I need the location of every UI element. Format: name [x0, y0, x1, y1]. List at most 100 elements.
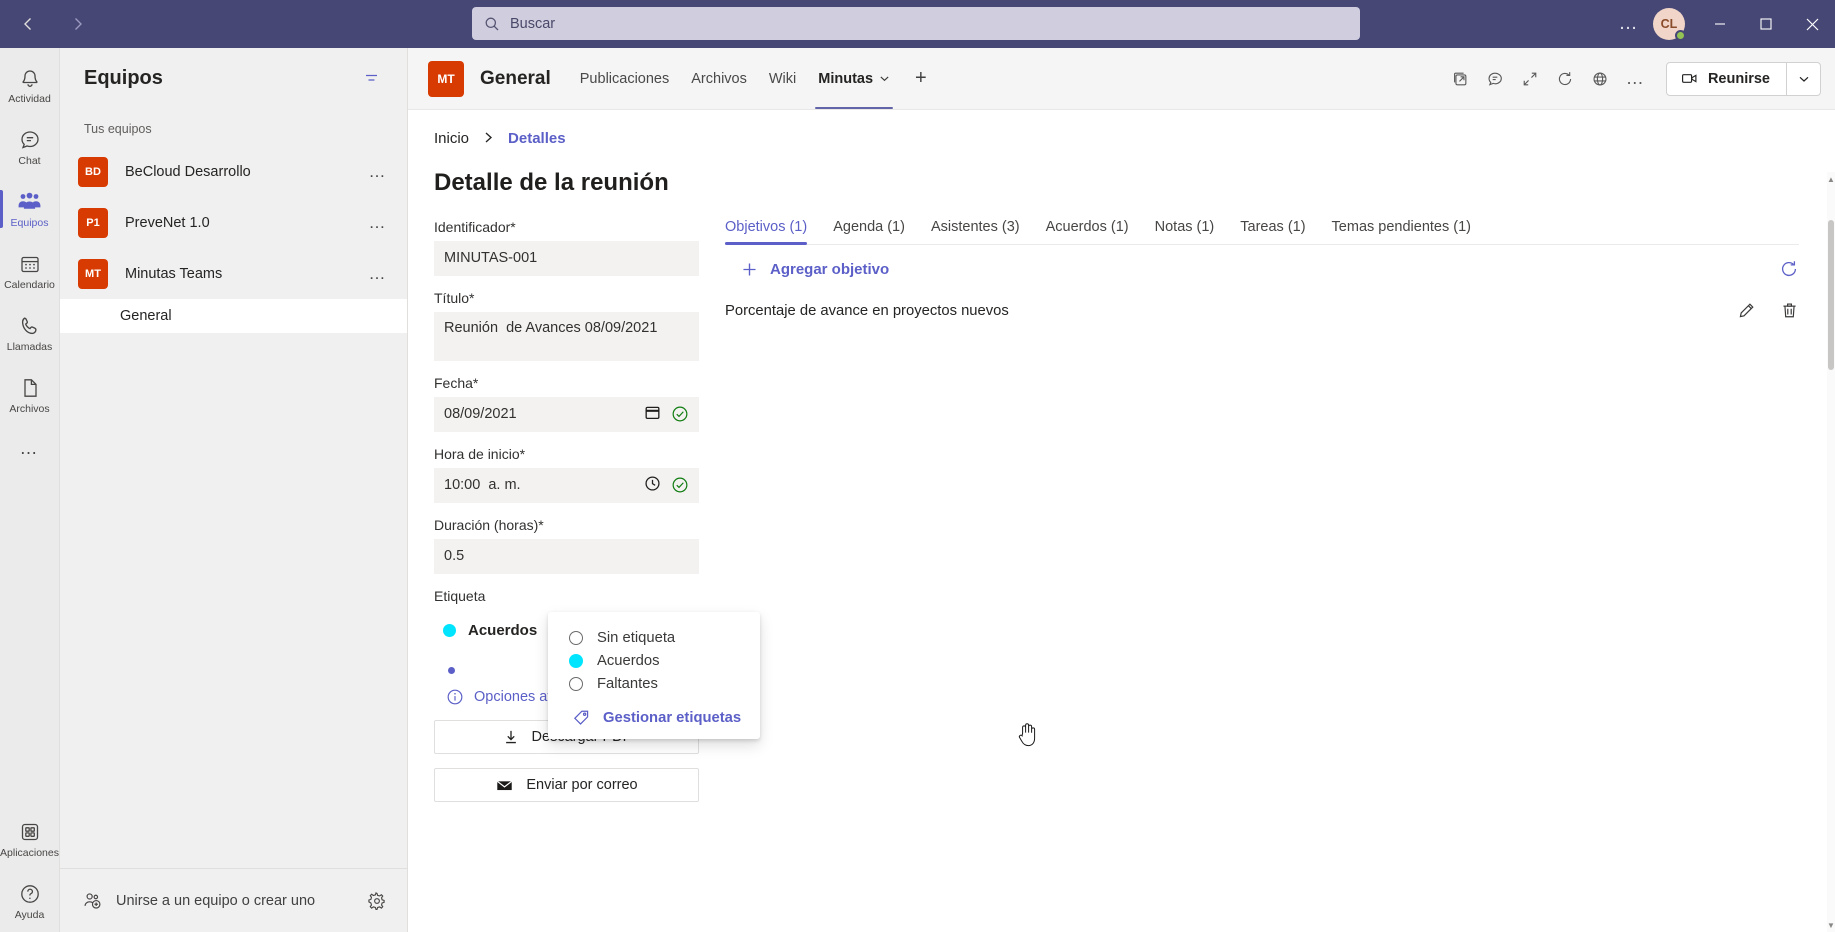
channel-row-general[interactable]: General: [60, 299, 407, 333]
titulo-field[interactable]: [434, 312, 699, 361]
join-or-create-team-button[interactable]: Unirse a un equipo o crear uno: [82, 891, 315, 911]
hora-inicio-field[interactable]: [434, 468, 699, 503]
fecha-field[interactable]: [434, 397, 699, 432]
breadcrumb-current[interactable]: Detalles: [508, 130, 566, 147]
identificador-field[interactable]: [434, 241, 699, 276]
tab-minutas[interactable]: Minutas: [807, 48, 901, 109]
fecha-label: Fecha*: [434, 375, 479, 391]
detail-panel: Objetivos (1) Agenda (1) Asistentes (3) …: [725, 219, 1835, 802]
agregar-objetivo-button[interactable]: Agregar objetivo: [725, 261, 889, 278]
teams-footer: Unirse a un equipo o crear uno: [60, 868, 407, 932]
rail-item-llamadas[interactable]: Llamadas: [0, 302, 60, 364]
close-button[interactable]: [1789, 0, 1835, 48]
tag-option-faltantes[interactable]: Faltantes: [548, 672, 760, 695]
team-name: BeCloud Desarrollo: [125, 163, 251, 180]
identificador-input[interactable]: [444, 250, 689, 266]
team-more-button[interactable]: …: [361, 213, 396, 233]
team-more-button[interactable]: …: [361, 162, 396, 182]
tag-option-sin-etiqueta[interactable]: Sin etiqueta: [548, 626, 760, 649]
detail-tab-tareas[interactable]: Tareas (1): [1227, 219, 1318, 244]
refresh-button[interactable]: [1549, 62, 1582, 95]
scroll-down-arrow[interactable]: ▼: [1827, 918, 1835, 932]
fecha-input[interactable]: [444, 406, 644, 422]
tab-wiki[interactable]: Wiki: [758, 48, 807, 109]
channel-title: General: [480, 67, 551, 89]
team-more-button[interactable]: …: [361, 264, 396, 284]
phone-icon: [21, 317, 37, 334]
team-row[interactable]: MT Minutas Teams …: [60, 248, 407, 299]
rail-item-ayuda[interactable]: Ayuda: [0, 870, 60, 932]
tab-archivos[interactable]: Archivos: [680, 48, 758, 109]
scrollbar-thumb[interactable]: [1828, 220, 1834, 370]
detail-tab-temas-pendientes[interactable]: Temas pendientes (1): [1319, 219, 1484, 244]
duracion-field[interactable]: [434, 539, 699, 574]
scroll-up-arrow[interactable]: ▲: [1827, 172, 1835, 186]
more-options-button[interactable]: …: [1619, 62, 1652, 95]
teams-settings-button[interactable]: [361, 885, 393, 917]
open-in-new-button[interactable]: [1444, 62, 1477, 95]
detail-tab-acuerdos[interactable]: Acuerdos (1): [1033, 219, 1142, 244]
hora-inicio-input[interactable]: [444, 477, 644, 493]
edit-objective-button[interactable]: [1737, 301, 1756, 320]
detail-tab-objetivos[interactable]: Objetivos (1): [725, 219, 820, 245]
join-team-label: Unirse a un equipo o crear uno: [116, 892, 316, 909]
filter-button[interactable]: [355, 62, 387, 94]
calendar-icon[interactable]: [644, 404, 661, 425]
titulo-input[interactable]: [444, 320, 689, 336]
rail-more-apps-button[interactable]: …: [0, 426, 60, 470]
panel-refresh-button[interactable]: [1779, 259, 1799, 279]
meet-options-button[interactable]: [1786, 62, 1820, 95]
back-button[interactable]: [8, 6, 48, 42]
enviar-por-correo-button[interactable]: Enviar por correo: [434, 768, 699, 802]
conversation-button[interactable]: [1479, 62, 1512, 95]
agregar-objetivo-label: Agregar objetivo: [770, 260, 890, 278]
titlebar-more-button[interactable]: …: [1607, 0, 1651, 48]
minimize-button[interactable]: [1697, 0, 1743, 48]
duracion-input[interactable]: [444, 548, 689, 564]
meet-button[interactable]: Reunirse: [1667, 63, 1786, 95]
tab-publicaciones[interactable]: Publicaciones: [569, 48, 680, 109]
channel-team-avatar: MT: [428, 60, 464, 97]
minimize-icon: [1715, 23, 1725, 25]
delete-objective-button[interactable]: [1780, 301, 1799, 320]
search-box[interactable]: [472, 7, 1360, 40]
team-avatar: MT: [78, 258, 108, 289]
check-circle-icon: [671, 476, 689, 494]
full-screen-button[interactable]: [1514, 62, 1547, 95]
clock-icon[interactable]: [644, 475, 661, 496]
meet-button-group: Reunirse: [1665, 61, 1821, 96]
rail-item-actividad[interactable]: Actividad: [0, 54, 60, 116]
search-input[interactable]: [510, 15, 1348, 32]
detail-tab-notas[interactable]: Notas (1): [1142, 219, 1228, 244]
avatar[interactable]: CL: [1653, 8, 1686, 41]
add-tab-button[interactable]: +: [901, 48, 941, 109]
team-row[interactable]: P1 PreveNet 1.0 …: [60, 197, 407, 248]
website-button[interactable]: [1584, 62, 1617, 95]
gear-icon: [368, 891, 385, 910]
detail-tab-asistentes[interactable]: Asistentes (3): [918, 219, 1033, 244]
gestionar-etiquetas-button[interactable]: Gestionar etiquetas: [548, 695, 760, 727]
chat-icon: [20, 130, 39, 149]
page-title: Detalle de la reunión: [434, 169, 669, 196]
forward-button[interactable]: [58, 6, 98, 42]
detail-tab-agenda[interactable]: Agenda (1): [820, 219, 918, 244]
teams-list: Tus equipos BD BeCloud Desarrollo … P1 P…: [60, 108, 407, 868]
rail-item-calendario[interactable]: Calendario: [0, 240, 60, 302]
team-name: PreveNet 1.0: [125, 214, 210, 231]
rail-item-aplicaciones[interactable]: Aplicaciones: [0, 808, 60, 870]
channel-tabs: Publicaciones Archivos Wiki Minutas +: [569, 48, 941, 109]
tag-option-acuerdos[interactable]: Acuerdos: [548, 649, 760, 672]
vertical-scrollbar[interactable]: ▲ ▼: [1827, 172, 1835, 932]
breadcrumb-home[interactable]: Inicio: [434, 130, 469, 147]
search-icon: [484, 16, 500, 32]
globe-icon: [1593, 71, 1607, 86]
video-camera-icon: [1681, 74, 1697, 83]
rail-item-chat[interactable]: Chat: [0, 116, 60, 178]
channel-header: MT General Publicaciones Archivos Wiki M…: [408, 48, 1835, 110]
rail-item-equipos[interactable]: Equipos: [0, 178, 60, 240]
maximize-button[interactable]: [1743, 0, 1789, 48]
team-row[interactable]: BD BeCloud Desarrollo …: [60, 146, 407, 197]
expand-icon: [1524, 72, 1537, 85]
content-scroll-area: Inicio Detalles Detalle de la reunión Id…: [408, 110, 1835, 932]
rail-item-archivos[interactable]: Archivos: [0, 364, 60, 426]
